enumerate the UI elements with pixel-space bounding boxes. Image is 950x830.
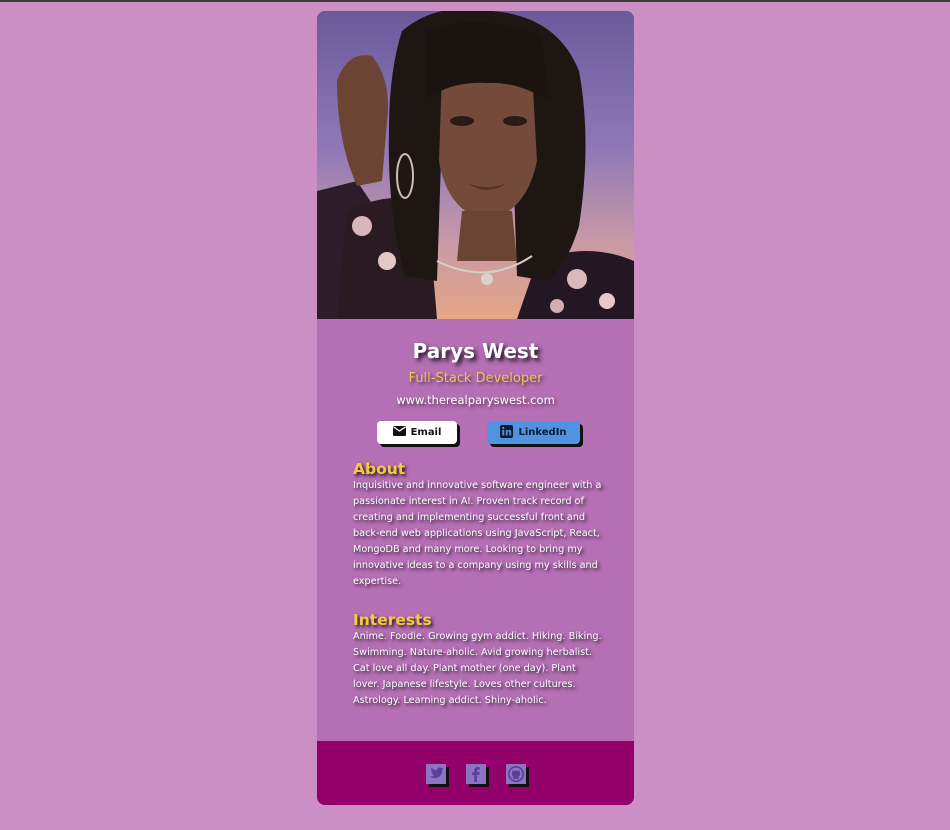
window-top-border [0, 0, 950, 2]
email-button[interactable]: Email [377, 421, 457, 444]
linkedin-button[interactable]: LinkedIn [487, 421, 580, 444]
about-section: About Inquisitive and innovative softwar… [317, 460, 634, 590]
profile-photo [317, 11, 634, 319]
twitter-link[interactable] [425, 763, 446, 784]
profile-card: Parys West Full-Stack Developer www.ther… [317, 11, 634, 805]
facebook-icon [469, 766, 483, 782]
linkedin-button-label: LinkedIn [518, 427, 567, 438]
linkedin-icon [500, 424, 514, 441]
profile-title: Full-Stack Developer [408, 371, 543, 386]
interests-section: Interests Anime. Foodie. Growing gym add… [317, 611, 634, 709]
contact-buttons: Email LinkedIn [317, 421, 634, 447]
interests-text: Anime. Foodie. Growing gym addict. Hikin… [353, 631, 602, 706]
profile-name: Parys West [412, 339, 539, 363]
profile-info: Parys West Full-Stack Developer www.ther… [317, 319, 634, 447]
twitter-icon [428, 766, 444, 781]
facebook-link[interactable] [465, 763, 486, 784]
envelope-icon [392, 426, 406, 439]
interests-heading: Interests [353, 611, 432, 629]
profile-photo-illustration [317, 11, 634, 319]
github-link[interactable] [505, 763, 526, 784]
about-heading: About [353, 460, 406, 478]
social-footer [317, 741, 634, 805]
github-icon [507, 765, 524, 782]
website-link[interactable]: www.therealparyswest.com [317, 392, 634, 408]
about-text: Inquisitive and innovative software engi… [353, 480, 602, 587]
email-button-label: Email [410, 427, 442, 438]
